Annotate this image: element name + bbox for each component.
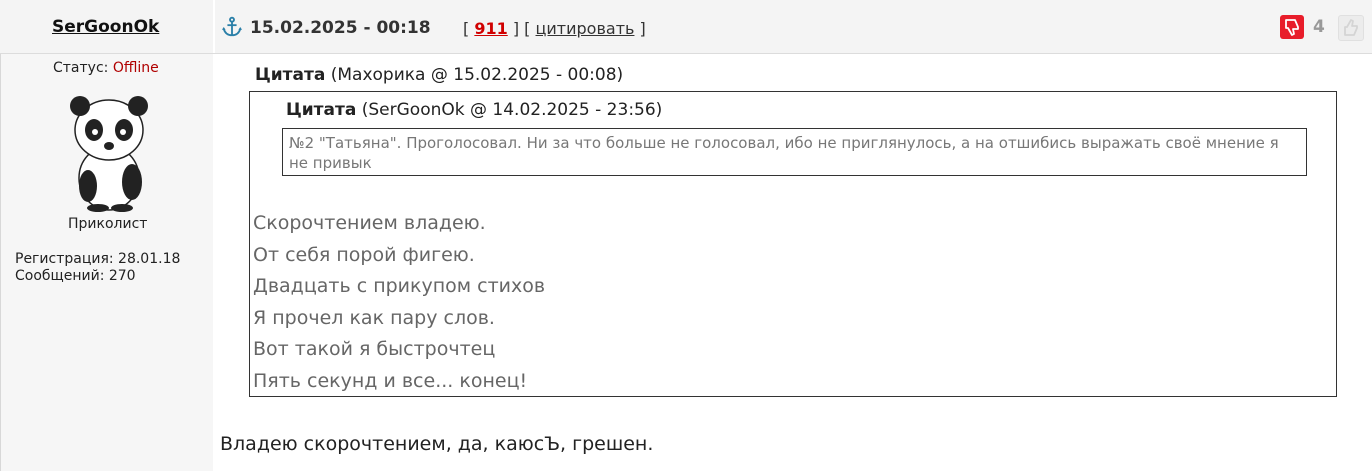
thumbs-up-icon (1344, 19, 1358, 36)
poem-line: Я прочел как пару слов. (253, 306, 495, 329)
rating-count: 4 (1313, 17, 1325, 37)
anchor-icon[interactable] (221, 16, 243, 38)
user-status: Статус: Offline (53, 60, 159, 76)
post-meta: [ 911 ] [ цитировать ] (463, 19, 646, 38)
quote-block: Цитата (SerGoonOk @ 14.02.2025 - 23:56) … (249, 91, 1337, 397)
poem-line: Пять секунд и все... конец! (253, 369, 528, 392)
quote-link[interactable]: цитировать (536, 19, 635, 38)
dislike-button[interactable] (1280, 15, 1304, 39)
header-divider (213, 0, 215, 53)
post-body: Цитата (Махорика @ 15.02.2025 - 00:08) Ц… (215, 54, 1372, 471)
poem-line: Скорочтением владею. (253, 212, 486, 234)
nested-quote-text: №2 "Татьяна". Проголосовал. Ни за что бо… (282, 128, 1307, 176)
quote-meta: (Махорика @ 15.02.2025 - 00:08) (330, 65, 624, 85)
user-sidebar: Статус: Offline Приколист Регистрация: 2… (0, 54, 213, 471)
quote-header: Цитата (Махорика @ 15.02.2025 - 00:08) (255, 65, 623, 85)
avatar[interactable] (60, 92, 158, 212)
poem-line: Двадцать с прикупом стихов (253, 275, 546, 297)
registration-date: Регистрация: 28.01.18 (15, 251, 181, 267)
bracket-close: ] (639, 19, 646, 38)
author-name-link[interactable]: SerGoonOk (52, 17, 159, 37)
status-label: Статус: (53, 60, 109, 76)
nested-quote-header: Цитата (SerGoonOk @ 14.02.2025 - 23:56) (286, 100, 662, 120)
bracket-open: [ (463, 19, 470, 38)
nested-quote-label: Цитата (286, 100, 357, 120)
post-number-link[interactable]: 911 (474, 19, 507, 38)
meta-separator: ] [ (512, 19, 531, 38)
user-stats: Регистрация: 28.01.18 Сообщений: 270 (15, 251, 180, 285)
user-rank: Приколист (68, 216, 148, 232)
message-count: Сообщений: 270 (15, 268, 136, 284)
nested-quote-meta: (SerGoonOk @ 14.02.2025 - 23:56) (361, 100, 663, 120)
thumbs-down-icon (1285, 19, 1299, 36)
quote-label: Цитата (255, 65, 326, 85)
reply-text: Владею скорочтением, да, каюсЪ, грешен. (220, 433, 654, 455)
poem-line: Вот такой я быстрочтец (253, 338, 496, 360)
post-header: SerGoonOk 15.02.2025 - 00:18 [ 911 ] [ ц… (0, 0, 1372, 54)
poem: Скорочтением владею. От себя порой фигею… (253, 208, 545, 397)
like-button[interactable] (1338, 15, 1364, 41)
poem-line: От себя порой фигею. (253, 243, 475, 266)
post-date: 15.02.2025 - 00:18 (250, 18, 431, 38)
status-value: Offline (112, 60, 159, 76)
